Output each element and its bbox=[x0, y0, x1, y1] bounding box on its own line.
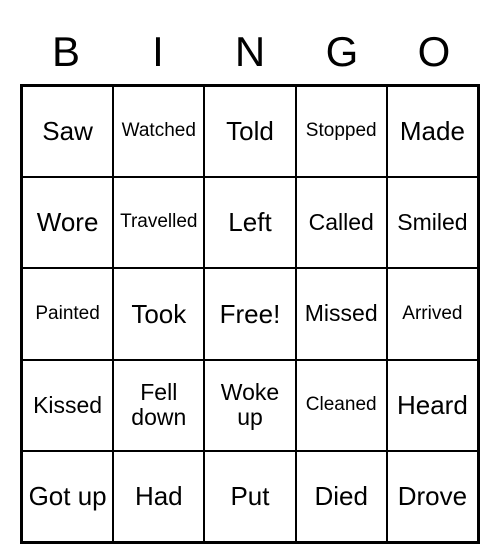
bingo-header-i: I bbox=[112, 28, 204, 76]
bingo-grid: SawWatchedToldStoppedMade WoreTravelledLe… bbox=[20, 84, 480, 544]
bingo-cell[interactable]: Watched bbox=[113, 86, 204, 177]
bingo-cell[interactable]: Called bbox=[296, 177, 387, 268]
bingo-card: B I N G O SawWatchedToldStoppedMade WoreT… bbox=[20, 28, 480, 544]
bingo-cell[interactable]: Woke up bbox=[204, 360, 295, 451]
bingo-cell[interactable]: Told bbox=[204, 86, 295, 177]
bingo-header-g: G bbox=[296, 28, 388, 76]
bingo-header-n: N bbox=[204, 28, 296, 76]
bingo-header-row: B I N G O bbox=[20, 28, 480, 76]
bingo-cell[interactable]: Had bbox=[113, 451, 204, 542]
bingo-header-o: O bbox=[388, 28, 480, 76]
bingo-cell[interactable]: Died bbox=[296, 451, 387, 542]
bingo-cell[interactable]: Put bbox=[204, 451, 295, 542]
bingo-cell[interactable]: Stopped bbox=[296, 86, 387, 177]
bingo-cell[interactable]: Smiled bbox=[387, 177, 478, 268]
bingo-cell[interactable]: Kissed bbox=[22, 360, 113, 451]
bingo-cell[interactable]: Took bbox=[113, 268, 204, 359]
bingo-cell[interactable]: Heard bbox=[387, 360, 478, 451]
bingo-cell[interactable]: Wore bbox=[22, 177, 113, 268]
bingo-cell[interactable]: Got up bbox=[22, 451, 113, 542]
bingo-cell[interactable]: Cleaned bbox=[296, 360, 387, 451]
bingo-cell[interactable]: Drove bbox=[387, 451, 478, 542]
bingo-cell[interactable]: Missed bbox=[296, 268, 387, 359]
bingo-cell[interactable]: Left bbox=[204, 177, 295, 268]
bingo-cell[interactable]: Arrived bbox=[387, 268, 478, 359]
bingo-cell[interactable]: Made bbox=[387, 86, 478, 177]
bingo-cell[interactable]: Fell down bbox=[113, 360, 204, 451]
bingo-cell[interactable]: Saw bbox=[22, 86, 113, 177]
bingo-cell[interactable]: Painted bbox=[22, 268, 113, 359]
bingo-header-b: B bbox=[20, 28, 112, 76]
bingo-cell[interactable]: Free! bbox=[204, 268, 295, 359]
bingo-cell[interactable]: Travelled bbox=[113, 177, 204, 268]
